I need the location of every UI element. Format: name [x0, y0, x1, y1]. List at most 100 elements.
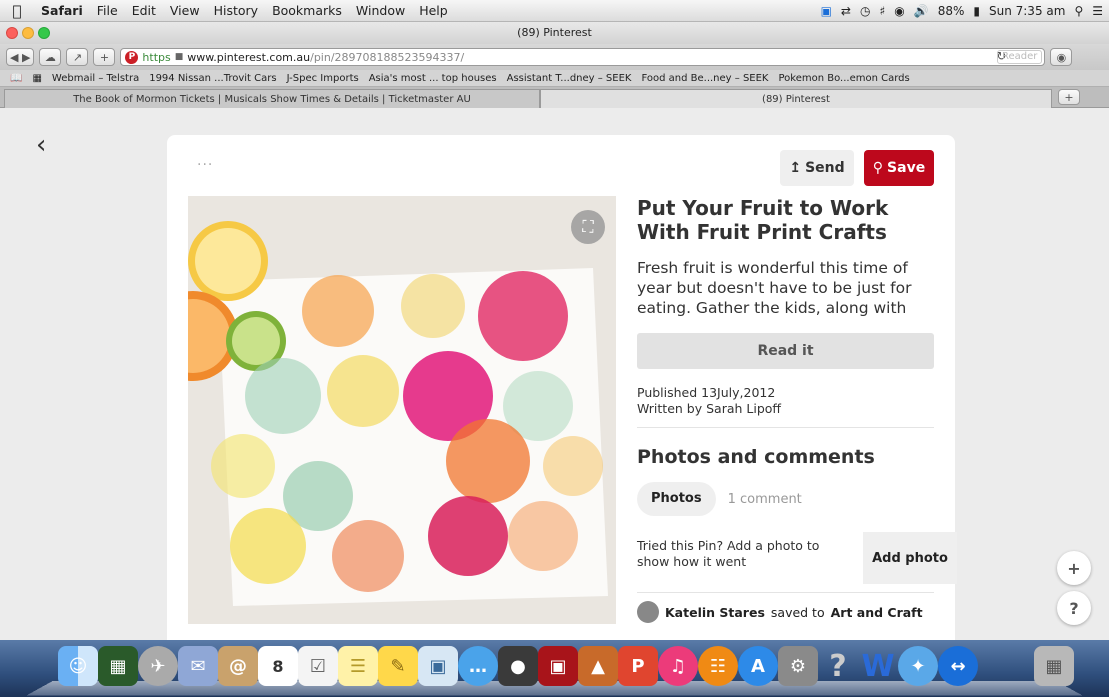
ibooks-icon[interactable]: ☷ — [698, 646, 738, 686]
stickies-icon[interactable]: ✎ — [378, 646, 418, 686]
bookmark-item[interactable]: Pokemon Bo...emon Cards — [779, 73, 910, 84]
battery-icon[interactable]: ▮ — [973, 4, 980, 18]
contacts-icon[interactable]: @ — [218, 646, 258, 686]
tab-pinterest[interactable]: (89) Pinterest — [540, 89, 1052, 108]
create-plus-button[interactable]: + — [1057, 551, 1091, 585]
address-bar[interactable]: P https ■ www.pinterest.com.au /pin/2897… — [120, 48, 1046, 66]
preview-icon[interactable]: ▣ — [418, 646, 458, 686]
tab-ticketmaster[interactable]: The Book of Mormon Tickets | Musicals Sh… — [4, 89, 540, 108]
battery-percent[interactable]: 88% — [938, 4, 965, 18]
dock: ☺ ▦ ✈ ✉ @ 8 ☑ ☰ ✎ ▣ … ● ▣ ▲ P ♫ ☷ A ⚙ ? … — [0, 640, 1109, 697]
unknown-app-icon[interactable]: ? — [818, 646, 858, 686]
pin-details: Put Your Fruit to Work With Fruit Print … — [637, 196, 957, 623]
notification-center-icon[interactable]: ☰ — [1092, 4, 1103, 18]
bookmark-item[interactable]: Webmail – Telstra — [52, 73, 139, 84]
spotlight-search-icon[interactable]: ⚲ — [1074, 4, 1083, 18]
help-button[interactable]: ? — [1057, 591, 1091, 625]
teamviewer-dock-icon[interactable]: ↔ — [938, 646, 978, 686]
add-photo-button[interactable]: Add photo — [863, 532, 957, 584]
facetime-icon[interactable]: ● — [498, 646, 538, 686]
bluetooth-icon[interactable]: ♯ — [879, 4, 885, 18]
safari-icon[interactable]: ✦ — [898, 646, 938, 686]
launchpad-icon[interactable]: ✈ — [138, 646, 178, 686]
share-icon[interactable]: ↗ — [66, 48, 89, 66]
photo-booth-icon[interactable]: ▣ — [538, 646, 578, 686]
browser-toolbar: ◀ ▶ ☁ ↗ + P https ■ www.pinterest.com.au… — [0, 44, 1109, 70]
published-date: Published 13July,2012 — [637, 385, 776, 400]
bookmark-item[interactable]: J-Spec Imports — [287, 73, 359, 84]
wifi-icon[interactable]: ◉ — [894, 4, 904, 18]
page-content: ‹ ··· ↥ Send ⚲ Save ⛶ Put Your Fruit to … — [0, 108, 1109, 640]
finder-icon[interactable]: ☺ — [58, 646, 98, 686]
system-preferences-icon[interactable]: ⚙ — [778, 646, 818, 686]
photos-comments-tabs: Photos 1 comment — [637, 482, 934, 516]
tab-photos[interactable]: Photos — [637, 482, 716, 516]
word-icon[interactable]: W — [858, 646, 898, 686]
menu-window[interactable]: Window — [349, 3, 412, 18]
apple-icon[interactable]:  — [0, 2, 34, 20]
bookmark-item[interactable]: 1994 Nissan ...Trovit Cars — [149, 73, 276, 84]
iphoto-icon[interactable]: ▲ — [578, 646, 618, 686]
close-window-button[interactable] — [6, 27, 18, 39]
icloud-tabs-icon[interactable]: ☁ — [39, 48, 62, 66]
mail-stamp-icon[interactable]: ✉ — [178, 646, 218, 686]
fruit-print-artwork — [188, 196, 616, 624]
minimize-window-button[interactable] — [22, 27, 34, 39]
zoom-window-button[interactable] — [38, 27, 50, 39]
pin-title[interactable]: Put Your Fruit to Work With Fruit Print … — [637, 196, 934, 244]
add-tab-button[interactable]: + — [1058, 89, 1080, 105]
tab-label: (89) Pinterest — [762, 94, 830, 105]
messages-icon[interactable]: … — [458, 646, 498, 686]
reminders-icon[interactable]: ☑ — [298, 646, 338, 686]
divider — [637, 427, 934, 428]
calendar-icon[interactable]: 8 — [258, 646, 298, 686]
pinterest-app-icon[interactable]: P — [618, 646, 658, 686]
itunes-icon[interactable]: ♫ — [658, 646, 698, 686]
bookmarks-bar: 📖 ▦ Webmail – Telstra 1994 Nissan ...Tro… — [0, 70, 1109, 87]
menu-app-name[interactable]: Safari — [34, 3, 90, 18]
lock-icon: ■ — [174, 52, 184, 62]
time-machine-icon[interactable]: ◷ — [860, 4, 870, 18]
top-sites-icon[interactable]: ▦ — [32, 73, 41, 84]
reader-button[interactable]: Reader — [997, 50, 1043, 64]
menu-file[interactable]: File — [90, 3, 125, 18]
avatar[interactable] — [637, 601, 659, 623]
expand-fullscreen-icon[interactable]: ⛶ — [571, 210, 605, 244]
pin-image[interactable]: ⛶ — [188, 196, 616, 624]
menu-view[interactable]: View — [163, 3, 207, 18]
new-tab-button[interactable]: + — [93, 48, 116, 66]
tab-bar: The Book of Mormon Tickets | Musicals Sh… — [0, 87, 1109, 108]
back-forward-buttons[interactable]: ◀ ▶ — [6, 48, 35, 66]
activity-user[interactable]: Katelin Stares — [665, 605, 765, 620]
more-options-icon[interactable]: ··· — [197, 157, 213, 173]
reading-list-icon[interactable]: 📖 — [10, 73, 22, 84]
author: Written by Sarah Lipoff — [637, 401, 782, 416]
dashboard-icon[interactable]: ▦ — [98, 646, 138, 686]
bookmark-item[interactable]: Asia's most ... top houses — [369, 73, 497, 84]
pushpin-icon: ⚲ — [872, 160, 884, 176]
tab-label: The Book of Mormon Tickets | Musicals Sh… — [73, 94, 471, 105]
pinterest-favicon-icon: P — [125, 50, 139, 64]
menu-bookmarks[interactable]: Bookmarks — [265, 3, 349, 18]
save-button[interactable]: ⚲ Save — [864, 150, 934, 186]
teamviewer-icon[interactable]: ▣ — [821, 4, 832, 18]
trash-icon[interactable]: ▦ — [1034, 646, 1074, 686]
activity-board[interactable]: Art and Craft — [831, 605, 923, 620]
app-store-icon[interactable]: A — [738, 646, 778, 686]
menu-history[interactable]: History — [207, 3, 265, 18]
tab-comments[interactable]: 1 comment — [728, 492, 802, 507]
sync-icon[interactable]: ⇄ — [841, 4, 851, 18]
pin-description: Fresh fruit is wonderful this time of ye… — [637, 259, 912, 317]
back-arrow-icon[interactable]: ‹ — [36, 130, 46, 160]
downloads-icon[interactable]: ◉ — [1050, 48, 1073, 66]
volume-icon[interactable]: 🔊 — [914, 4, 929, 18]
notes-icon[interactable]: ☰ — [338, 646, 378, 686]
send-button[interactable]: ↥ Send — [780, 150, 854, 186]
read-it-button[interactable]: Read it — [637, 333, 934, 369]
bookmark-item[interactable]: Food and Be...ney – SEEK — [641, 73, 768, 84]
clock[interactable]: Sun 7:35 am — [989, 4, 1065, 18]
menu-edit[interactable]: Edit — [125, 3, 163, 18]
bookmark-item[interactable]: Assistant T...dney – SEEK — [507, 73, 632, 84]
url-path: /pin/289708188523594337/ — [310, 50, 465, 64]
menu-help[interactable]: Help — [412, 3, 455, 18]
